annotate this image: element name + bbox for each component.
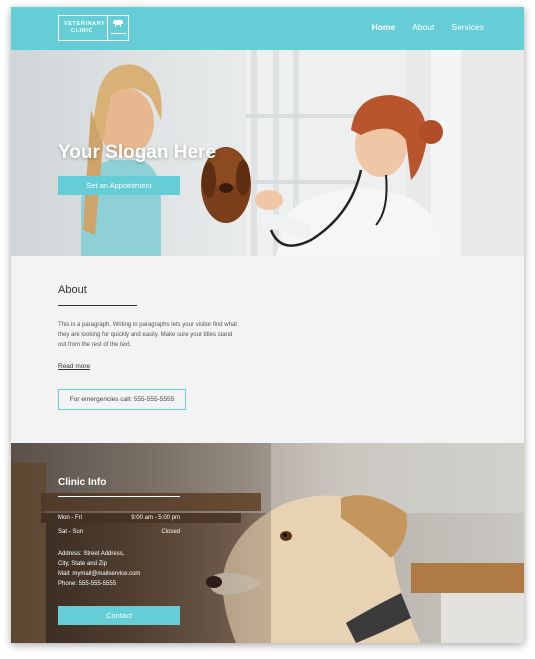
about-divider xyxy=(58,305,137,306)
nav-about[interactable]: About xyxy=(412,22,434,32)
mail-line: Mail: mymail@mailservice.com xyxy=(58,571,141,577)
read-more-link[interactable]: Read more xyxy=(58,363,90,370)
hours-time: Closed xyxy=(161,529,180,535)
about-paragraph: This is a paragraph. Writing in paragrap… xyxy=(58,322,237,348)
phone-line: Phone: 555-555-5555 xyxy=(58,581,117,587)
logo-tag xyxy=(111,33,126,38)
emergency-box: For emergencies call: 555-555-5555 xyxy=(58,389,186,410)
about-heading: About xyxy=(58,284,87,296)
logo-text: VETERINARY CLINIC xyxy=(64,21,105,35)
nav-home[interactable]: Home xyxy=(372,22,396,32)
nav-services[interactable]: Services xyxy=(451,22,484,32)
contact-button[interactable]: Contact xyxy=(58,606,180,625)
site-logo[interactable]: VETERINARY CLINIC xyxy=(58,15,129,41)
cow-icon xyxy=(113,20,123,27)
appointment-button[interactable]: Set an Appointment xyxy=(58,176,180,195)
logo-line2: CLINIC xyxy=(71,28,93,34)
clinic-heading: Clinic Info xyxy=(58,477,107,488)
hours-time: 9:00 am - 5:00 pm xyxy=(131,515,180,521)
address-line2: City, State and Zip xyxy=(58,561,107,567)
website-preview: VETERINARY CLINIC Home About Services Yo… xyxy=(11,7,524,643)
hero-section: Your Slogan Here Set an Appointment xyxy=(11,50,524,256)
logo-line1: VETERINARY xyxy=(64,21,106,27)
about-section: About This is a paragraph. Writing in pa… xyxy=(11,256,524,443)
hours-day: Mon - Fri xyxy=(58,515,82,521)
hero-title: Your Slogan Here xyxy=(58,142,217,163)
address-line1: Address: Street Address, xyxy=(58,551,125,557)
main-nav: Home About Services xyxy=(355,22,484,32)
clinic-address-block: Address: Street Address, City, State and… xyxy=(58,549,188,589)
logo-divider xyxy=(107,16,108,40)
clinic-info-section: Clinic Info Mon - Fri 9:00 am - 5:00 pm … xyxy=(11,443,524,643)
site-header: VETERINARY CLINIC Home About Services xyxy=(11,7,524,50)
clinic-divider xyxy=(58,496,180,497)
hours-day: Sat - Sun xyxy=(58,529,84,535)
